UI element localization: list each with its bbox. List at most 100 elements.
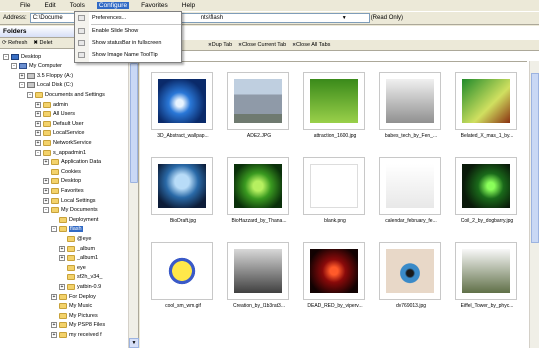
tree-node[interactable]: - Documents and Settings bbox=[27, 90, 105, 99]
folder-tree-scrollbar[interactable]: ▲ ▼ bbox=[128, 51, 139, 348]
expand-icon[interactable]: + bbox=[43, 178, 49, 185]
expand-icon[interactable]: + bbox=[35, 120, 41, 127]
tree-node[interactable]: + yatbin-0.9 bbox=[59, 282, 101, 291]
thumbnail-item[interactable]: blank.png bbox=[299, 151, 371, 231]
thumbnail-item[interactable]: ADE2.JPG bbox=[223, 66, 295, 146]
menu-item-statusbar[interactable]: Show statusBar in fullscreen bbox=[75, 38, 183, 48]
tree-node-label: Desktop bbox=[21, 53, 42, 60]
expand-icon[interactable]: + bbox=[35, 139, 41, 146]
tree-node[interactable]: + For Deploy bbox=[51, 292, 96, 301]
menu-edit[interactable]: Edit bbox=[42, 2, 57, 9]
tree-node[interactable]: - My Documents bbox=[43, 206, 98, 215]
expand-icon[interactable]: + bbox=[51, 293, 57, 300]
expand-icon[interactable]: + bbox=[51, 322, 57, 329]
menu-item-slideshow[interactable]: Enable Slide Show bbox=[75, 26, 183, 36]
tree-node[interactable]: + NetworkService bbox=[35, 138, 92, 147]
tree-node[interactable]: - flash bbox=[51, 225, 83, 234]
tree-node[interactable]: + _album1 bbox=[59, 254, 98, 263]
expand-icon[interactable]: + bbox=[43, 159, 49, 166]
readonly-label: (Read Only) bbox=[370, 15, 404, 21]
expand-icon[interactable]: + bbox=[43, 197, 49, 204]
tree-node[interactable]: + My PSP8 Files bbox=[51, 321, 105, 330]
menu-help[interactable]: Help bbox=[180, 2, 197, 9]
thumbnail-item[interactable]: attraction_1600.jpg bbox=[299, 66, 371, 146]
tree-node[interactable]: + my received f bbox=[51, 330, 102, 339]
close-current-tab-button[interactable]: Close Current Tab bbox=[238, 42, 286, 48]
scroll-thumb[interactable] bbox=[130, 63, 138, 183]
expand-icon[interactable]: + bbox=[43, 187, 49, 194]
scroll-down-icon[interactable]: ▼ bbox=[129, 338, 139, 348]
dropdown-arrow-icon[interactable]: ▼ bbox=[342, 14, 347, 23]
collapse-icon[interactable]: - bbox=[43, 207, 49, 214]
delete-label: Delet bbox=[39, 40, 53, 46]
expand-icon[interactable]: + bbox=[59, 245, 65, 252]
tree-node[interactable]: - s_appadmin1 bbox=[35, 148, 86, 157]
tree-node[interactable]: + Favorites bbox=[43, 186, 84, 195]
thumbnail-item[interactable]: dv769013.jpg bbox=[375, 236, 447, 316]
tree-node[interactable]: + _album bbox=[59, 244, 95, 253]
collapse-icon[interactable]: - bbox=[19, 82, 25, 89]
collapse-icon[interactable]: - bbox=[11, 63, 17, 70]
menu-item-preferences[interactable]: Preferences... bbox=[75, 13, 183, 23]
thumbnail-item[interactable]: Creation_by_l1b3rat3... bbox=[223, 236, 295, 316]
tree-node[interactable]: + Desktop bbox=[43, 177, 81, 186]
thumbnail-item[interactable]: 3D_Abstract_wallpap... bbox=[147, 66, 219, 146]
thumbnail-item[interactable]: babes_tech_by_Fen_... bbox=[375, 66, 447, 146]
menu-item-tooltip[interactable]: Show Image Name ToolTip bbox=[75, 50, 183, 60]
close-all-tabs-button[interactable]: Close All Tabs bbox=[292, 42, 330, 48]
thumbnail-item[interactable]: Belated_X_mas_1_by... bbox=[451, 66, 523, 146]
tree-node[interactable]: - My Computer bbox=[11, 62, 62, 71]
thumbnail-item[interactable]: BioDraft.jpg bbox=[147, 151, 219, 231]
dup-tab-button[interactable]: Dup Tab bbox=[208, 42, 232, 48]
tree-node-label: Application Data bbox=[61, 159, 102, 166]
tree-node[interactable]: +3.5 Floppy (A:) bbox=[19, 71, 73, 80]
expand-icon[interactable]: + bbox=[51, 331, 57, 338]
thumbnail-caption: cool_sm_wm.gif bbox=[165, 303, 201, 309]
tree-node[interactable]: - Local Disk (C:) bbox=[19, 81, 73, 90]
tree-node[interactable]: Deployment bbox=[51, 215, 98, 224]
expand-icon[interactable]: + bbox=[35, 101, 41, 108]
statusbar-icon bbox=[78, 40, 85, 46]
menu-favorites[interactable]: Favorites bbox=[139, 2, 170, 9]
tree-node-label: flash bbox=[69, 226, 83, 233]
thumbnail-item[interactable]: calendar_february_fe... bbox=[375, 151, 447, 231]
menu-item-label: Enable Slide Show bbox=[92, 28, 139, 34]
collapse-icon[interactable]: - bbox=[27, 91, 33, 98]
folder-icon bbox=[51, 159, 59, 166]
tree-node[interactable]: + Default User bbox=[35, 119, 84, 128]
thumbnail-item[interactable]: Coil_2_by_dogbarry.jpg bbox=[451, 151, 523, 231]
tree-node[interactable]: + Application Data bbox=[43, 158, 101, 167]
tree-node[interactable]: + All Users bbox=[35, 110, 75, 119]
tree-node[interactable]: - Desktop bbox=[3, 52, 41, 61]
expand-icon[interactable]: + bbox=[59, 255, 65, 262]
thumbnail-item[interactable]: cool_sm_wm.gif bbox=[147, 236, 219, 316]
refresh-button[interactable]: ⟳ Refresh bbox=[2, 40, 27, 46]
thumbnail-item[interactable]: Eiffel_Tower_by_phyc... bbox=[451, 236, 523, 316]
collapse-icon[interactable]: - bbox=[51, 226, 57, 233]
tree-node[interactable]: sf2h_v34_ bbox=[59, 273, 102, 282]
thumbnail-item[interactable]: DEAD_RED_by_viperv... bbox=[299, 236, 371, 316]
tree-node[interactable]: + admin bbox=[35, 100, 68, 109]
folder-icon bbox=[67, 283, 75, 290]
menu-tools[interactable]: Tools bbox=[68, 2, 87, 9]
collapse-icon[interactable]: - bbox=[35, 149, 41, 156]
menu-file[interactable]: File bbox=[18, 2, 32, 9]
tree-node[interactable]: @eye bbox=[59, 234, 91, 243]
expand-icon[interactable]: + bbox=[19, 72, 25, 79]
expand-icon[interactable]: + bbox=[35, 130, 41, 137]
thumbnail-item[interactable]: BioHazzard_by_Thana... bbox=[223, 151, 295, 231]
tree-node[interactable]: eye bbox=[59, 263, 86, 272]
tree-node[interactable]: My Music bbox=[51, 302, 92, 311]
scroll-thumb[interactable] bbox=[531, 73, 539, 243]
expand-icon[interactable]: + bbox=[35, 111, 41, 118]
tree-node[interactable]: + LocalService bbox=[35, 129, 85, 138]
delete-button[interactable]: ✖ Delet bbox=[33, 40, 52, 46]
tree-node[interactable]: Cookies bbox=[43, 167, 81, 176]
collapse-icon[interactable]: - bbox=[3, 53, 9, 60]
expand-icon[interactable]: + bbox=[59, 283, 65, 290]
menu-configure[interactable]: Configure bbox=[96, 2, 130, 9]
tree-node-label: Desktop bbox=[61, 178, 82, 185]
tree-node[interactable]: My Pictures bbox=[51, 311, 98, 320]
tree-node[interactable]: + Local Settings bbox=[43, 196, 96, 205]
thumbnail-scrollbar[interactable] bbox=[529, 61, 539, 348]
